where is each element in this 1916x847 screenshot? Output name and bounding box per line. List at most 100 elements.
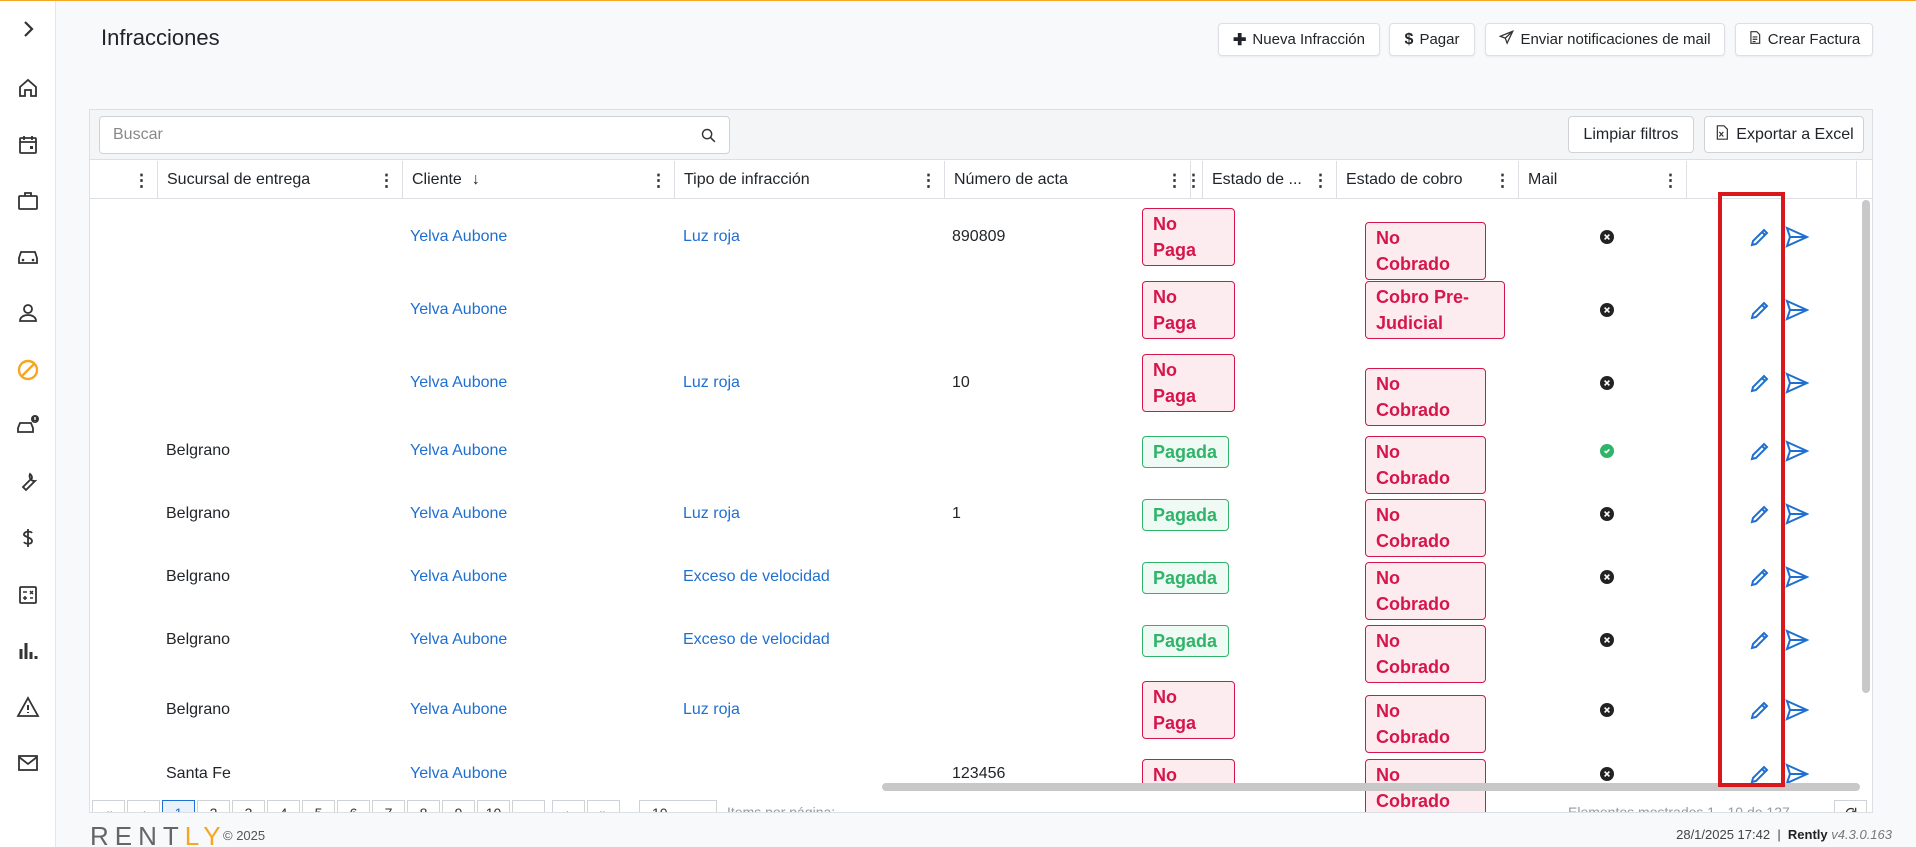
column-label: Mail	[1528, 171, 1558, 188]
column-menu-icon[interactable]: ⋮	[1185, 171, 1202, 191]
more-pages-button[interactable]: ...	[512, 800, 545, 812]
client-link[interactable]: Yelva Aubone	[410, 441, 507, 461]
client-link[interactable]: Yelva Aubone	[410, 567, 507, 587]
warning-icon[interactable]	[0, 687, 56, 727]
edit-pencil-icon[interactable]	[1748, 225, 1772, 249]
column-header-acta[interactable]: Número de acta ⋮	[945, 161, 1191, 199]
last-page-button[interactable]: »	[587, 800, 620, 812]
column-header-sucursal[interactable]: Sucursal de entrega ⋮	[158, 161, 403, 199]
column-menu-icon[interactable]: ⋮	[378, 171, 395, 191]
page-button[interactable]: 9	[442, 800, 475, 812]
edit-pencil-icon[interactable]	[1748, 628, 1772, 652]
pay-button[interactable]: $ Pagar	[1389, 23, 1475, 56]
home-icon[interactable]	[0, 68, 56, 108]
export-excel-label: Exportar a Excel	[1736, 125, 1854, 143]
briefcase-icon[interactable]	[0, 181, 56, 221]
edit-pencil-icon[interactable]	[1748, 371, 1772, 395]
column-header-cobro[interactable]: Estado de cobro ⋮	[1337, 161, 1519, 199]
send-mail-label: Enviar notificaciones de mail	[1520, 31, 1711, 48]
column-menu-icon[interactable]: ⋮	[1312, 171, 1329, 191]
create-invoice-button[interactable]: Crear Factura	[1735, 23, 1873, 56]
items-per-page-label: Items por página:	[727, 804, 836, 813]
footer: RENTLY © 2025 28/1/2025 17:42 | Rently v…	[56, 813, 1916, 847]
send-arrow-icon[interactable]	[1784, 439, 1810, 463]
client-link[interactable]: Yelva Aubone	[410, 373, 507, 393]
column-header-select[interactable]: ⋮	[90, 161, 158, 199]
calculator-icon[interactable]	[0, 575, 56, 615]
car-icon[interactable]	[0, 237, 56, 277]
page-button[interactable]: 4	[267, 800, 300, 812]
infractions-icon[interactable]	[0, 350, 56, 390]
column-header-tipo[interactable]: Tipo de infracción ⋮	[675, 161, 945, 199]
dollar-icon[interactable]	[0, 518, 56, 558]
vertical-scrollbar[interactable]	[1862, 200, 1870, 693]
infraction-type-link[interactable]: Luz roja	[683, 227, 740, 247]
page-button[interactable]: 3	[232, 800, 265, 812]
column-menu-icon[interactable]: ⋮	[1166, 171, 1183, 191]
column-header-hidden[interactable]: ⋮	[1185, 161, 1203, 199]
client-link[interactable]: Yelva Aubone	[410, 700, 507, 720]
send-arrow-icon[interactable]	[1784, 371, 1810, 395]
next-page-button[interactable]: ›	[552, 800, 585, 812]
client-link[interactable]: Yelva Aubone	[410, 764, 507, 784]
clear-filters-button[interactable]: Limpiar filtros	[1568, 116, 1694, 153]
search-icon[interactable]	[700, 127, 717, 144]
column-header-estado[interactable]: Estado de ... ⋮	[1203, 161, 1337, 199]
send-arrow-icon[interactable]	[1784, 565, 1810, 589]
prev-page-button[interactable]: ‹	[127, 800, 160, 812]
search-input[interactable]	[100, 117, 680, 153]
payment-status-badge: No Paga	[1142, 681, 1235, 739]
send-arrow-icon[interactable]	[1784, 628, 1810, 652]
send-arrow-icon[interactable]	[1784, 225, 1810, 249]
send-arrow-icon[interactable]	[1784, 502, 1810, 526]
send-mail-button[interactable]: Enviar notificaciones de mail	[1485, 23, 1725, 56]
client-link[interactable]: Yelva Aubone	[410, 227, 507, 247]
edit-pencil-icon[interactable]	[1748, 502, 1772, 526]
horizontal-scrollbar[interactable]	[882, 783, 1860, 791]
page-button[interactable]: 2	[197, 800, 230, 812]
page-button[interactable]: 10	[477, 800, 510, 812]
client-link[interactable]: Yelva Aubone	[410, 504, 507, 524]
infraction-type-link[interactable]: Exceso de velocidad	[683, 630, 830, 650]
column-header-mail[interactable]: Mail ⋮	[1519, 161, 1687, 199]
mail-not-sent-icon	[1600, 229, 1614, 244]
client-link[interactable]: Yelva Aubone	[410, 630, 507, 650]
export-excel-button[interactable]: Exportar a Excel	[1704, 116, 1864, 153]
send-arrow-icon[interactable]	[1784, 698, 1810, 722]
page-size-select[interactable]: 10	[639, 800, 717, 812]
column-menu-icon[interactable]: ⋮	[133, 171, 150, 191]
infraction-type-link[interactable]: Luz roja	[683, 373, 740, 393]
refresh-button[interactable]	[1834, 800, 1867, 812]
column-menu-icon[interactable]: ⋮	[1494, 171, 1511, 191]
edit-pencil-icon[interactable]	[1748, 698, 1772, 722]
column-menu-icon[interactable]: ⋮	[650, 171, 667, 191]
edit-pencil-icon[interactable]	[1748, 298, 1772, 322]
column-menu-icon[interactable]: ⋮	[1662, 171, 1679, 191]
calendar-icon[interactable]	[0, 125, 56, 165]
expand-sidebar-icon[interactable]	[0, 9, 56, 49]
send-arrow-icon[interactable]	[1784, 298, 1810, 322]
bar-chart-icon[interactable]	[0, 631, 56, 671]
first-page-button[interactable]: «	[92, 800, 125, 812]
collection-status-badge: No Cobrado	[1365, 435, 1486, 494]
footer-info: 28/1/2025 17:42 | Rently v4.3.0.163	[1676, 827, 1892, 842]
person-icon[interactable]	[0, 293, 56, 333]
mail-icon[interactable]	[0, 743, 56, 783]
new-infraction-button[interactable]: ✚ Nueva Infracción	[1218, 23, 1380, 56]
page-button[interactable]: 5	[302, 800, 335, 812]
infraction-type-link[interactable]: Luz roja	[683, 504, 740, 524]
infraction-type-link[interactable]: Exceso de velocidad	[683, 567, 830, 587]
column-header-cliente[interactable]: Cliente ↓ ⋮	[403, 161, 675, 199]
column-menu-icon[interactable]: ⋮	[920, 171, 937, 191]
client-link[interactable]: Yelva Aubone	[410, 300, 507, 320]
infraction-type-link[interactable]: Luz roja	[683, 700, 740, 720]
edit-pencil-icon[interactable]	[1748, 439, 1772, 463]
page-button[interactable]: 1	[162, 800, 195, 812]
page-button[interactable]: 6	[337, 800, 370, 812]
edit-pencil-icon[interactable]	[1748, 565, 1772, 589]
car-alert-icon[interactable]	[0, 405, 56, 445]
payment-status-badge: Pagada	[1142, 435, 1229, 468]
wrench-icon[interactable]	[0, 462, 56, 502]
page-button[interactable]: 7	[372, 800, 405, 812]
page-button[interactable]: 8	[407, 800, 440, 812]
